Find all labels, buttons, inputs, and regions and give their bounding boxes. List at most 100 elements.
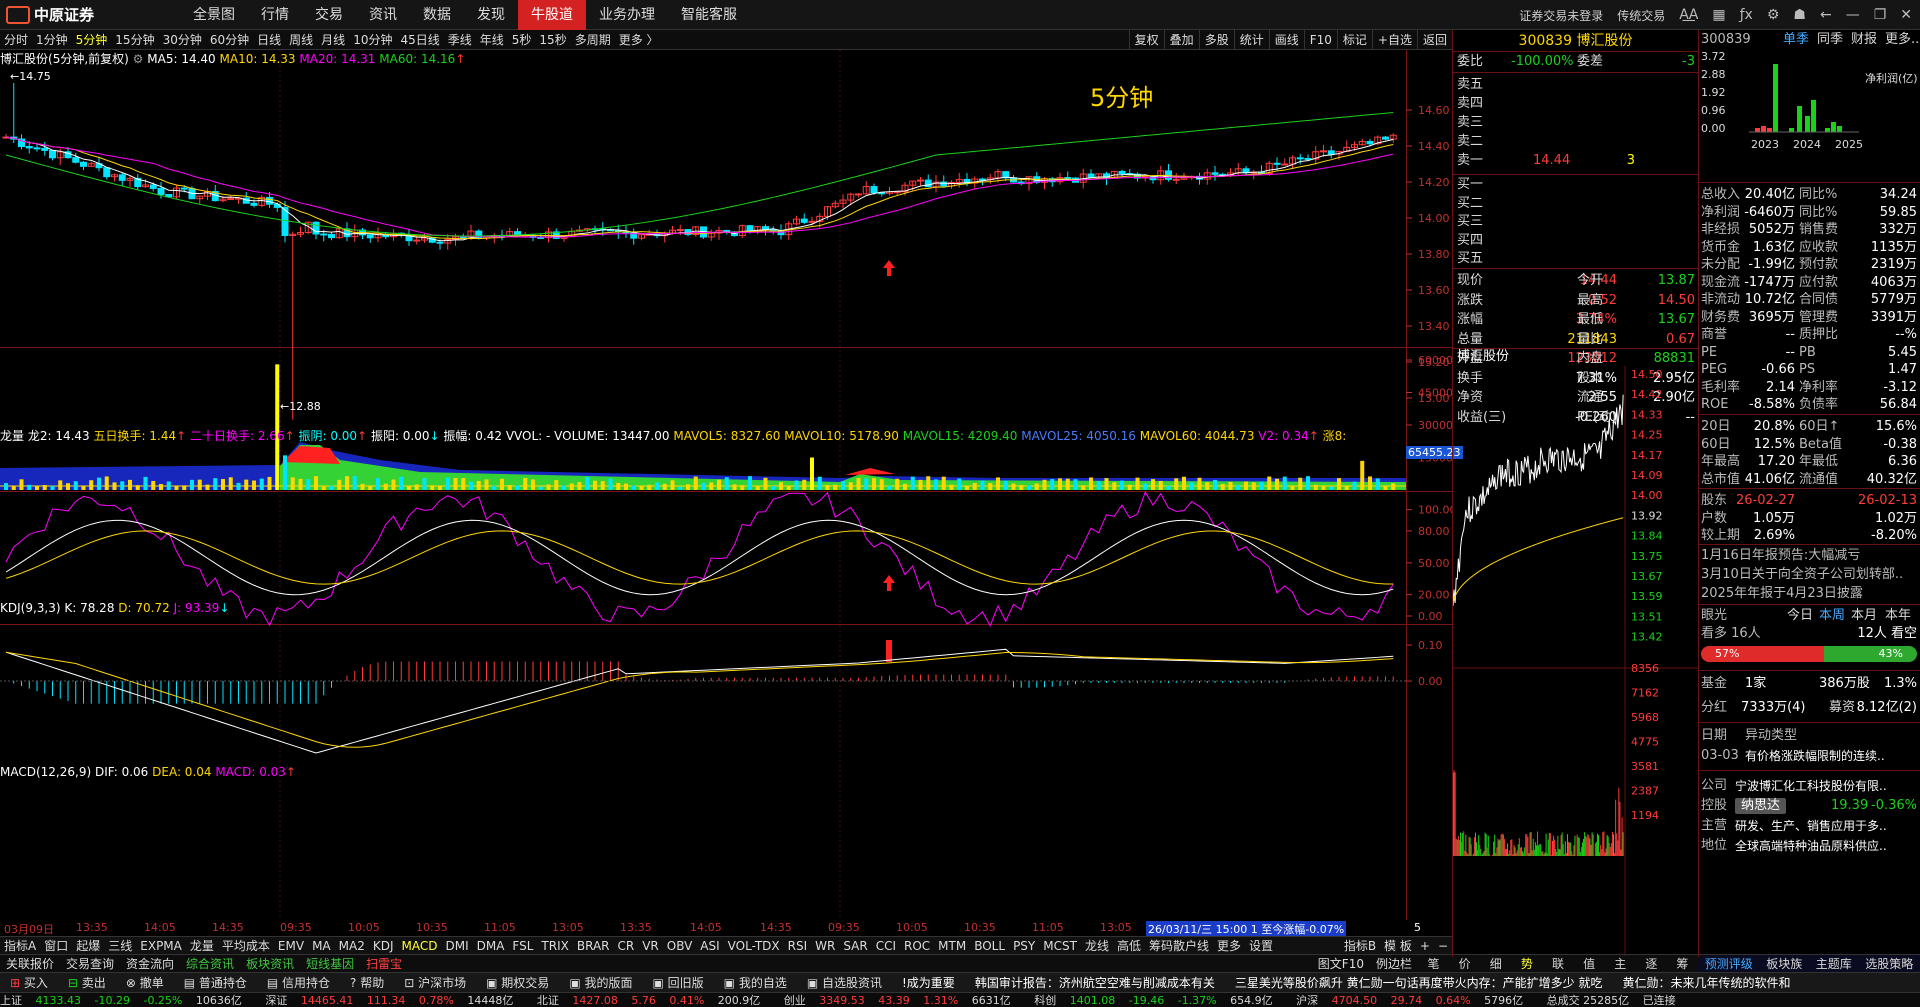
dividend-row[interactable]: 分红 7333万(4) 募资 8.12亿(2)	[1699, 698, 1920, 718]
period-fenshi[interactable]: 分时	[0, 30, 32, 50]
login-status[interactable]: 证券交易未登录	[1519, 7, 1603, 24]
ask-row[interactable]: 卖三	[1453, 114, 1699, 132]
period-30min[interactable]: 30分钟	[159, 30, 206, 50]
index-sz[interactable]: 深证 14465.41 111.34 0.78% 14448亿	[265, 994, 523, 1007]
shirt-icon[interactable]: ☗	[1793, 7, 1806, 23]
kline-chart-svg[interactable]: 14.6014.4014.2014.0013.8013.6013.4013.20…	[0, 50, 1452, 920]
market-button[interactable]: ⊡ 沪深市场	[394, 974, 476, 991]
news-ticker-2[interactable]: 三星美光等股价飙升 黄仁勋一句话再度带火内存：产能扩增多少 就吃	[1225, 974, 1613, 991]
company-row[interactable]: 公司 宁波博汇化工科技股份有限..	[1699, 776, 1920, 796]
position-row[interactable]: 地位 全球高端特种油品原料供应..	[1699, 836, 1920, 856]
indicator-tab[interactable]: 窗口	[40, 937, 72, 955]
eye-tab[interactable]: 本周	[1819, 606, 1845, 626]
indicator-tab[interactable]: TRIX	[537, 937, 572, 955]
fund-row[interactable]: 基金 1家 386万股 1.3%	[1699, 674, 1920, 694]
period-year[interactable]: 年线	[476, 30, 508, 50]
ask-row[interactable]: 卖二	[1453, 133, 1699, 151]
tab-jia[interactable]: 价	[1459, 955, 1471, 972]
fin-tab-xuangu[interactable]: 选股策略	[1865, 955, 1913, 972]
func-f10[interactable]: 图文F10	[1312, 955, 1370, 972]
indicator-tab[interactable]: ROC	[900, 937, 934, 955]
indicator-tab[interactable]: WR	[811, 937, 839, 955]
ask-row[interactable]: 卖四	[1453, 95, 1699, 113]
fin-tab-report[interactable]: 财报	[1851, 30, 1877, 50]
intraday-mini-chart[interactable]: 14.50 14.42 14.33 14.25 14.17 14.09 14.00 13.92…	[1453, 366, 1699, 956]
period-5sec[interactable]: 5秒	[508, 30, 536, 50]
alert-row[interactable]: 03-03 有价格涨跌幅限制的连续..	[1699, 746, 1920, 766]
period-month[interactable]: 月线	[317, 30, 349, 50]
index-cy[interactable]: 创业 3349.53 43.39 1.31% 6631亿	[784, 994, 1021, 1007]
fin-tab-zhuti[interactable]: 主题库	[1816, 955, 1852, 972]
eye-tab[interactable]: 今日	[1787, 606, 1813, 626]
indicator-tab[interactable]: OBV	[663, 937, 697, 955]
sell-button[interactable]: ⊟ 卖出	[58, 974, 116, 991]
news-ticker-1[interactable]: 韩国审计报告：济州航空空难与削减成本有关	[965, 974, 1225, 991]
indicator-tab[interactable]: VR	[638, 937, 663, 955]
options-button[interactable]: ▣ 期权交易	[476, 974, 559, 991]
indicator-tab[interactable]: ASI	[696, 937, 723, 955]
layout-button[interactable]: ▣ 我的版面	[559, 974, 642, 991]
period-10min[interactable]: 10分钟	[349, 30, 396, 50]
business-row[interactable]: 主营 研发、生产、销售应用于多..	[1699, 816, 1920, 836]
indicator-tab[interactable]: 龙线	[1081, 937, 1113, 955]
indicator-tab-right[interactable]: +	[1416, 937, 1434, 955]
indicator-tab[interactable]: DMI	[441, 937, 472, 955]
eye-tab[interactable]: 本年	[1885, 606, 1911, 626]
tab-zhu[interactable]: 主	[1614, 955, 1626, 972]
func-zonghe[interactable]: 综合资讯	[180, 955, 240, 972]
func-guanlian[interactable]: 关联报价	[0, 955, 60, 972]
gear-icon[interactable]: ⚙	[1767, 7, 1780, 23]
indicator-tab[interactable]: MCST	[1039, 937, 1081, 955]
tool-biaoji[interactable]: 标记	[1336, 30, 1372, 50]
nav-zhinengkefu[interactable]: 智能客服	[668, 0, 750, 30]
help-button[interactable]: ? 帮助	[340, 974, 394, 991]
buy-button[interactable]: ⊞ 买入	[0, 974, 58, 991]
bid-row[interactable]: 买四	[1453, 232, 1699, 250]
period-week[interactable]: 周线	[285, 30, 317, 50]
period-5min[interactable]: 5分钟	[72, 30, 112, 50]
news-ticker-0[interactable]: !成为重要	[892, 974, 965, 991]
indicator-tab[interactable]: RSI	[784, 937, 812, 955]
indicator-tab[interactable]: SAR	[839, 937, 871, 955]
indicator-tab[interactable]: KDJ	[369, 937, 398, 955]
tab-lian[interactable]: 联	[1552, 955, 1564, 972]
indicator-tab-right[interactable]: 模 板	[1380, 937, 1416, 955]
func-duanxian[interactable]: 短线基因	[300, 955, 360, 972]
tab-chou[interactable]: 筹	[1676, 955, 1688, 972]
news-ticker-3[interactable]: 黄仁勋：未来几年传统的软件和	[1612, 974, 1800, 991]
func-zijin[interactable]: 资金流向	[120, 955, 180, 972]
chart-area[interactable]: 14.60 14.40 14.20 14.00 13.80 13.60 13.40 13.20…	[0, 50, 1452, 920]
close-icon[interactable]: ✕	[1900, 7, 1912, 23]
tool-tongji[interactable]: 统计	[1233, 30, 1269, 50]
indicator-tab[interactable]: 平均成本	[218, 937, 274, 955]
indicator-tab[interactable]: CCI	[872, 937, 900, 955]
grid-icon[interactable]: ▦	[1712, 7, 1725, 23]
indicator-tab[interactable]: EMV	[274, 937, 308, 955]
tab-zhi[interactable]: 值	[1583, 955, 1595, 972]
formula-icon[interactable]: ƒx	[1740, 7, 1753, 23]
settings-icon[interactable]: ⚙	[133, 52, 144, 66]
index-sh[interactable]: 上证 4133.43 -10.29 -0.25% 10636亿	[0, 994, 252, 1007]
indicator-tab-right[interactable]: 指标B	[1340, 937, 1380, 955]
trade-mode[interactable]: 传统交易	[1617, 7, 1665, 24]
indicator-tab[interactable]: CR	[614, 937, 639, 955]
nav-shuju[interactable]: 数据	[410, 0, 464, 30]
tool-add-watch[interactable]: +自选	[1371, 30, 1417, 50]
tool-fuquan[interactable]: 复权	[1128, 30, 1164, 50]
indicator-tab[interactable]: DMA	[473, 937, 509, 955]
tool-diejia[interactable]: 叠加	[1163, 30, 1199, 50]
indicator-tab[interactable]: MA	[308, 937, 335, 955]
nav-quanjingtu[interactable]: 全景图	[180, 0, 248, 30]
func-sidebar[interactable]: 例边栏	[1370, 955, 1418, 972]
eye-tab[interactable]: 本月	[1851, 606, 1877, 626]
indicator-tab[interactable]: 更多	[1213, 937, 1245, 955]
indicator-tab[interactable]: 筹码散户线	[1145, 937, 1213, 955]
tool-huaxian[interactable]: 画线	[1268, 30, 1304, 50]
tool-duogu[interactable]: 多股	[1198, 30, 1234, 50]
fin-tab-yoy[interactable]: 同季	[1817, 30, 1843, 50]
func-bankuai[interactable]: 板块资讯	[240, 955, 300, 972]
credit-button[interactable]: ▤ 信用持仓	[257, 974, 340, 991]
tool-f10[interactable]: F10	[1303, 30, 1337, 50]
fin-tab-more[interactable]: 更多..	[1885, 30, 1919, 50]
index-bz[interactable]: 北证 1427.08 5.76 0.41% 200.9亿	[537, 994, 770, 1007]
